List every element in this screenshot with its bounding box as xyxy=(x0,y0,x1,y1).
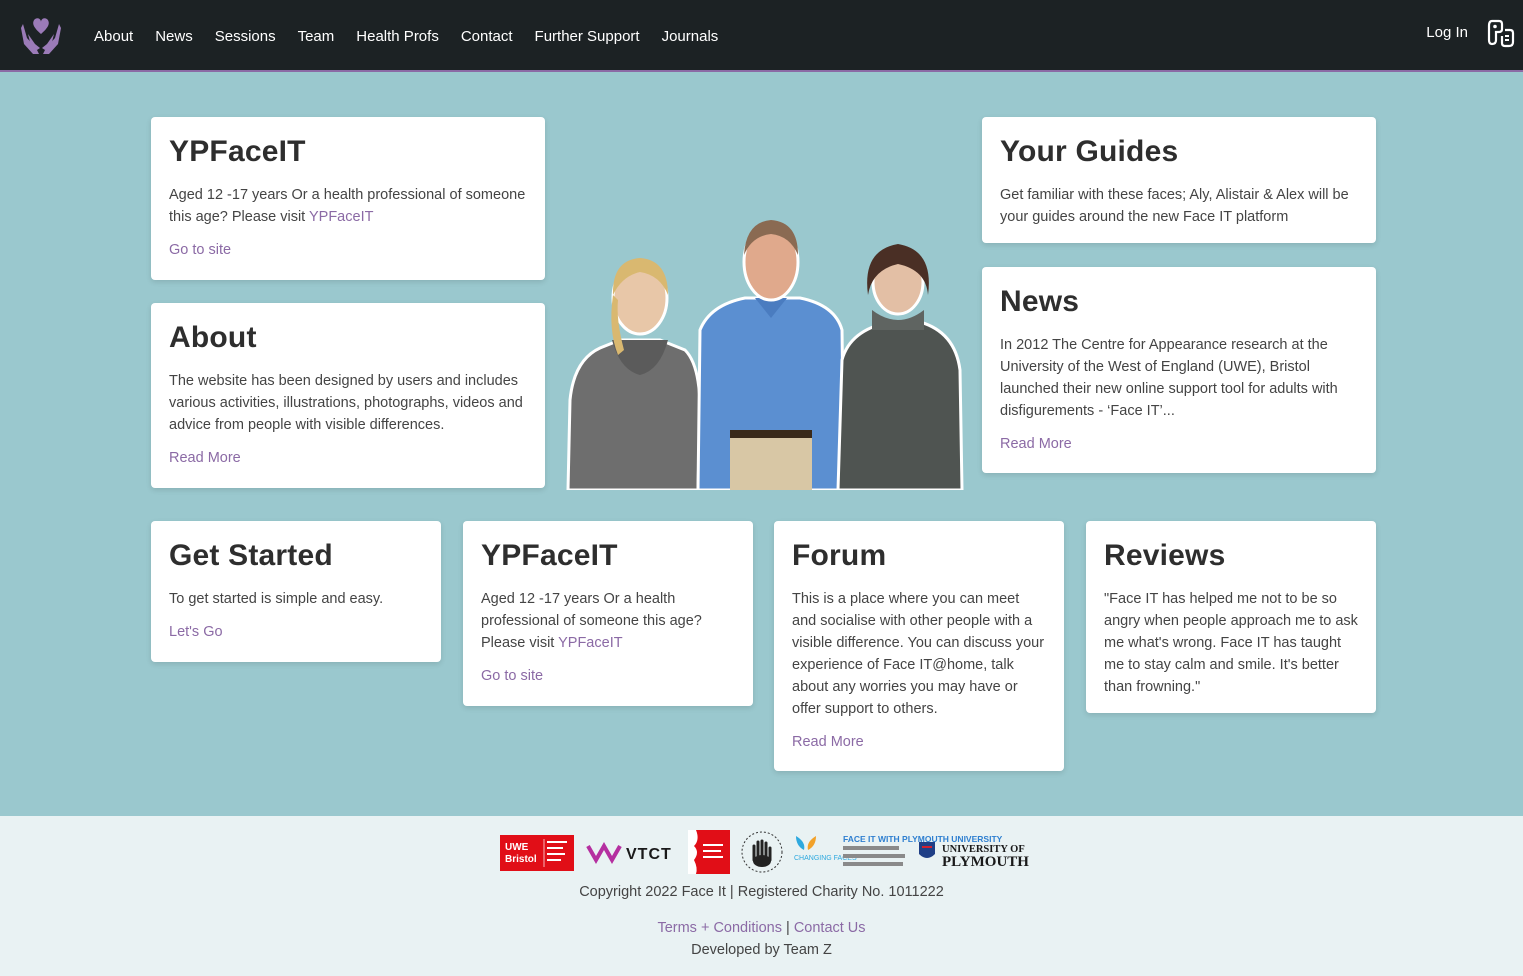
developed-by-text: Developed by Team Z xyxy=(691,942,832,958)
card-title: YPFaceIT xyxy=(169,135,306,168)
card-text: To get started is simple and easy. xyxy=(169,591,384,607)
nav-item-journals[interactable]: Journals xyxy=(662,28,719,45)
card-text: The website has been designed by users a… xyxy=(169,373,523,433)
card-text: "Face IT has helped me not to be so angr… xyxy=(1104,591,1358,695)
nav-menu: About News Sessions Team Health Profs Co… xyxy=(94,0,740,72)
forum-read-more-link[interactable]: Read More xyxy=(792,734,1046,750)
news-card: News In 2012 The Centre for Appearance r… xyxy=(982,267,1376,473)
ypfaceit-inline-link[interactable]: YPFaceIT xyxy=(309,209,373,225)
login-link[interactable]: Log In xyxy=(1426,24,1468,41)
about-card: About The website has been designed by u… xyxy=(151,303,545,488)
card-title: About xyxy=(169,321,257,354)
svg-text:VTCT: VTCT xyxy=(626,846,672,863)
nav-item-health-profs[interactable]: Health Profs xyxy=(356,28,439,45)
your-guides-card: Your Guides Get familiar with these face… xyxy=(982,117,1376,243)
footer-separator: | xyxy=(786,920,790,936)
reviews-card: Reviews "Face IT has helped me not to be… xyxy=(1086,521,1376,713)
go-to-site-link[interactable]: Go to site xyxy=(481,668,735,684)
card-text: Aged 12 -17 years Or a health profession… xyxy=(481,591,702,651)
nav-item-sessions[interactable]: Sessions xyxy=(215,28,276,45)
svg-text:Bristol: Bristol xyxy=(505,854,537,865)
terms-conditions-link[interactable]: Terms + Conditions xyxy=(657,920,782,936)
top-navbar: About News Sessions Team Health Profs Co… xyxy=(0,0,1523,72)
hands-heart-icon[interactable] xyxy=(20,14,62,56)
svg-text:PLYMOUTH: PLYMOUTH xyxy=(942,854,1029,870)
about-read-more-link[interactable]: Read More xyxy=(169,450,527,466)
card-text: Aged 12 -17 years Or a health profession… xyxy=(169,187,526,225)
uwe-bristol-logo: UWE Bristol xyxy=(500,835,574,871)
card-title: News xyxy=(1000,285,1080,318)
get-started-card: Get Started To get started is simple and… xyxy=(151,521,441,662)
nav-item-news[interactable]: News xyxy=(155,28,193,45)
ypfaceit-inline-link[interactable]: YPFaceIT xyxy=(558,635,622,651)
nav-item-further-support[interactable]: Further Support xyxy=(535,28,640,45)
ypfaceit-card: YPFaceIT Aged 12 -17 years Or a health p… xyxy=(151,117,545,280)
card-text: Get familiar with these faces; Aly, Alis… xyxy=(1000,187,1349,225)
card-title: Your Guides xyxy=(1000,135,1179,168)
footer-links: Terms + Conditions | Contact Us xyxy=(0,920,1523,936)
card-title: Get Started xyxy=(169,539,333,572)
guides-photo xyxy=(566,220,964,490)
svg-text:UWE: UWE xyxy=(505,842,529,853)
copyright-text: Copyright 2022 Face It | Registered Char… xyxy=(579,884,944,900)
university-of-plymouth-logo: UNIVERSITY OF PLYMOUTH xyxy=(919,842,1029,870)
car-logo xyxy=(688,830,730,874)
card-title: Forum xyxy=(792,539,887,572)
partner-logos: UWE Bristol VTCT CHANGING FACES FACE IT … xyxy=(500,830,1029,874)
news-read-more-link[interactable]: Read More xyxy=(1000,436,1358,452)
lets-go-link[interactable]: Let's Go xyxy=(169,624,423,640)
nav-item-contact[interactable]: Contact xyxy=(461,28,513,45)
footer: UWE Bristol VTCT CHANGING FACES FACE IT … xyxy=(0,816,1523,976)
nav-item-about[interactable]: About xyxy=(94,28,133,45)
vtct-logo: VTCT xyxy=(586,841,672,865)
hand-seal-logo xyxy=(741,831,783,873)
go-to-site-link[interactable]: Go to site xyxy=(169,242,527,258)
card-title: Reviews xyxy=(1104,539,1226,572)
card-text: In 2012 The Centre for Appearance resear… xyxy=(1000,337,1338,419)
nav-item-team[interactable]: Team xyxy=(298,28,335,45)
contact-us-link[interactable]: Contact Us xyxy=(794,920,866,936)
card-title: YPFaceIT xyxy=(481,539,618,572)
card-text: This is a place where you can meet and s… xyxy=(792,591,1045,717)
accessibility-icon[interactable] xyxy=(1487,18,1515,48)
ypfaceit-card-bottom: YPFaceIT Aged 12 -17 years Or a health p… xyxy=(463,521,753,706)
forum-card: Forum This is a place where you can meet… xyxy=(774,521,1064,771)
